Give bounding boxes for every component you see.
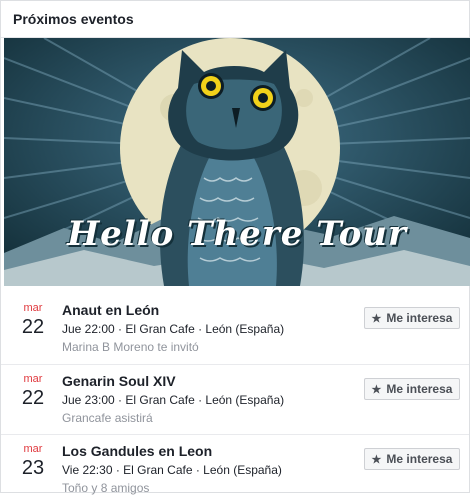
event-social-context: Marina B Moreno te invitó xyxy=(62,340,199,354)
event-month: mar xyxy=(23,302,43,314)
event-title-link[interactable]: Los Gandules en Leon xyxy=(62,442,282,460)
interested-button-label: Me interesa xyxy=(386,382,453,396)
event-title-link[interactable]: Anaut en León xyxy=(62,301,284,319)
event-day: 23 xyxy=(21,457,45,479)
event-item[interactable]: mar 23 Los Gandules en Leon Vie 22:30 · … xyxy=(1,434,469,504)
event-title-link[interactable]: Genarin Soul XIV xyxy=(62,372,284,390)
event-month: mar xyxy=(23,373,43,385)
event-info: Anaut en León Jue 22:00 · El Gran Cafe ·… xyxy=(62,301,284,355)
interested-button[interactable]: ★ Me interesa xyxy=(364,378,460,400)
event-social-context: Toño y 8 amigos xyxy=(62,481,150,495)
banner-script-text: Hello There Tour xyxy=(67,214,407,254)
event-date: mar 22 xyxy=(20,302,46,339)
event-date: mar 22 xyxy=(20,373,46,410)
star-icon: ★ xyxy=(371,453,382,466)
event-date: mar 23 xyxy=(20,443,46,480)
event-banner-image[interactable]: Hello There Tour xyxy=(4,38,470,286)
interested-button[interactable]: ★ Me interesa xyxy=(364,448,460,470)
interested-button-label: Me interesa xyxy=(386,452,453,466)
section-title: Próximos eventos xyxy=(1,1,469,38)
interested-button-label: Me interesa xyxy=(386,311,453,325)
event-info: Genarin Soul XIV Jue 23:00 · El Gran Caf… xyxy=(62,372,284,426)
event-social-context: Grancafe asistirá xyxy=(62,411,153,425)
upcoming-events-card: Próximos eventos Hello There Tour mar 22… xyxy=(0,0,470,495)
event-list: mar 22 Anaut en León Jue 22:00 · El Gran… xyxy=(1,286,469,504)
event-details: Jue 22:00 · El Gran Cafe · León (España) xyxy=(62,322,285,336)
event-item[interactable]: mar 22 Anaut en León Jue 22:00 · El Gran… xyxy=(1,294,469,364)
event-day: 22 xyxy=(21,316,45,338)
event-day: 22 xyxy=(21,387,45,409)
event-info: Los Gandules en Leon Vie 22:30 · El Gran… xyxy=(62,442,282,496)
star-icon: ★ xyxy=(371,383,382,396)
event-item[interactable]: mar 22 Genarin Soul XIV Jue 23:00 · El G… xyxy=(1,364,469,434)
event-details: Jue 23:00 · El Gran Cafe · León (España) xyxy=(62,393,285,407)
star-icon: ★ xyxy=(371,312,382,325)
event-details: Vie 22:30 · El Gran Cafe · León (España) xyxy=(62,463,282,477)
interested-button[interactable]: ★ Me interesa xyxy=(364,307,460,329)
event-month: mar xyxy=(23,443,43,455)
